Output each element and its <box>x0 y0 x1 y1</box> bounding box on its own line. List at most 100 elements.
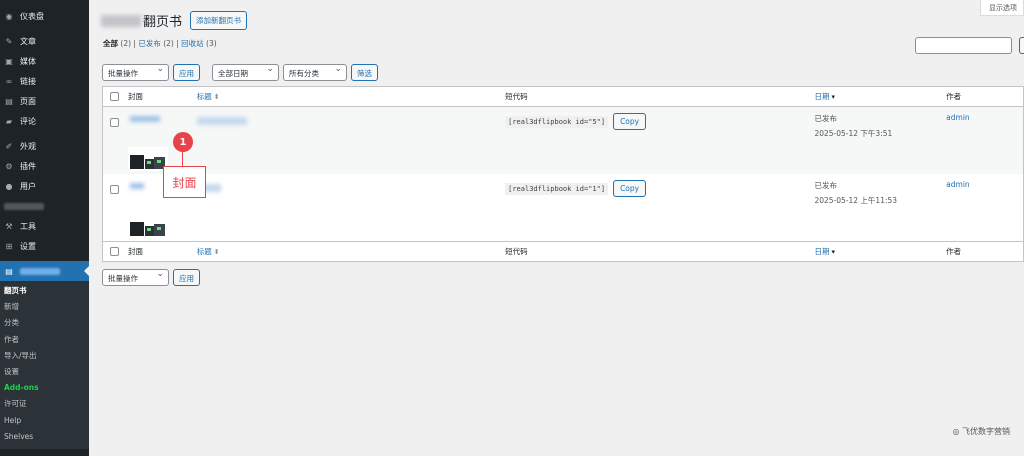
view-published[interactable]: 已发布 <box>138 39 161 48</box>
category-filter-select[interactable]: 所有分类 <box>283 64 347 81</box>
view-filters: 全部 (2) | 已发布 (2) | 回收站 (3) <box>103 38 217 49</box>
title-row: 翻页书 添加新翻页书 <box>101 11 248 30</box>
menu-label: 链接 <box>20 76 36 86</box>
select-all-checkbox[interactable] <box>110 92 119 101</box>
pin-icon: ✎ <box>5 36 13 46</box>
flipbook-submenu: 翻页书 新增 分类 作者 导入/导出 设置 Add-ons 许可证 Help S… <box>0 281 89 449</box>
screen-options-button[interactable]: 显示选项 <box>980 0 1024 16</box>
menu-label: 设置 <box>20 241 36 251</box>
view-published-count: (2) <box>163 39 174 48</box>
book-icon: ▤ <box>5 266 13 276</box>
blurred-cover-text <box>129 183 144 189</box>
menu-label: 插件 <box>20 161 36 171</box>
column-shortcode: 短代码 <box>505 92 528 101</box>
add-new-flipbook-button[interactable]: 添加新翻页书 <box>190 11 248 30</box>
column-title-label[interactable]: 标题 <box>197 247 212 256</box>
menu-links[interactable]: ∞ 链接 <box>0 71 89 91</box>
tools-icon: ⚒ <box>5 221 13 231</box>
search-button[interactable] <box>1019 37 1024 54</box>
annotation-line <box>182 152 183 166</box>
copy-button[interactable]: Copy <box>613 113 647 130</box>
admin-sidebar: ◉ 仪表盘 ✎ 文章 ▣ 媒体 ∞ 链接 ▤ 页面 ▰ 评论 ✐ 外观 ⚙ 插件 ● 用户 ⚒ 工具… <box>0 0 89 456</box>
post-status: 已发布 <box>814 181 837 190</box>
submenu-help[interactable]: Help <box>0 413 89 429</box>
author-link[interactable]: admin <box>946 180 970 189</box>
apply-button[interactable]: 应用 <box>173 64 200 81</box>
column-date-label[interactable]: 日期 <box>814 92 829 101</box>
search-input[interactable] <box>915 37 1012 54</box>
menu-label: 评论 <box>20 116 36 126</box>
submenu-categories[interactable]: 分类 <box>0 315 89 331</box>
column-title-label[interactable]: 标题 <box>197 92 212 101</box>
column-author: 作者 <box>946 247 962 256</box>
post-datetime: 2025-05-12 上午11:53 <box>814 196 898 205</box>
menu-posts[interactable]: ✎ 文章 <box>0 31 89 51</box>
apply-button-bottom[interactable]: 应用 <box>173 269 200 286</box>
sort-desc-icon: ▾ <box>831 248 835 256</box>
annotation-label: 封面 <box>163 166 206 198</box>
bottom-filters: 批量操作 应用 <box>102 269 200 286</box>
author-link[interactable]: admin <box>946 113 970 122</box>
menu-settings[interactable]: ⊞ 设置 <box>0 236 89 256</box>
blurred-title-link[interactable] <box>196 117 247 125</box>
bulk-action-select-bottom[interactable]: 批量操作 <box>102 269 169 286</box>
row-checkbox[interactable] <box>110 118 119 127</box>
dashboard-icon: ◉ <box>5 11 13 21</box>
submenu-add-new[interactable]: 新增 <box>0 299 89 315</box>
cover-image <box>127 214 168 238</box>
column-date-label[interactable]: 日期 <box>814 247 829 256</box>
menu-plugins[interactable]: ⚙ 插件 <box>0 156 89 176</box>
column-date[interactable]: 日期 ▾ <box>814 91 946 102</box>
submenu-flipbooks[interactable]: 翻页书 <box>0 283 89 299</box>
link-icon: ∞ <box>5 76 13 86</box>
menu-label: 媒体 <box>20 56 36 66</box>
table-row: [real3dflipbook id="1"] Copy 已发布 2025-05-1… <box>103 174 1023 241</box>
sort-icon: ⬍ <box>213 248 220 256</box>
row-checkbox[interactable] <box>110 185 119 194</box>
submenu-license[interactable]: 许可证 <box>0 396 89 412</box>
menu-users[interactable]: ● 用户 <box>0 176 89 196</box>
copy-button[interactable]: Copy <box>613 180 647 197</box>
page-title: 翻页书 <box>143 15 183 30</box>
view-separator: | <box>133 39 136 48</box>
settings-icon: ⊞ <box>5 241 13 251</box>
view-all-count: (2) <box>120 39 132 48</box>
column-date[interactable]: 日期 ▾ <box>814 246 946 257</box>
column-author: 作者 <box>946 92 962 101</box>
menu-flipbook[interactable]: ▤ <box>0 261 89 281</box>
blurred-title-prefix <box>101 14 141 27</box>
date-filter-select[interactable]: 全部日期 <box>212 64 279 81</box>
bulk-action-select[interactable]: 批量操作 <box>102 64 169 81</box>
submenu-settings[interactable]: 设置 <box>0 364 89 380</box>
menu-blurred[interactable] <box>0 196 89 216</box>
blurred-label <box>4 202 44 210</box>
submenu-authors[interactable]: 作者 <box>0 332 89 348</box>
plugin-icon: ⚙ <box>5 161 13 171</box>
appearance-icon: ✐ <box>5 141 13 151</box>
menu-label: 文章 <box>20 36 36 46</box>
column-title[interactable]: 标题 ⬍ <box>197 246 505 257</box>
menu-pages[interactable]: ▤ 页面 <box>0 91 89 111</box>
view-trash-count: (3) <box>206 39 217 48</box>
submenu-import-export[interactable]: 导入/导出 <box>0 348 89 364</box>
shortcode-text: [real3dflipbook id="1"] <box>505 182 609 195</box>
table-row: [real3dflipbook id="5"] Copy 已发布 2025-05-1… <box>103 107 1023 174</box>
view-trash[interactable]: 回收站 <box>181 39 204 48</box>
menu-dashboard[interactable]: ◉ 仪表盘 <box>0 6 89 26</box>
view-all[interactable]: 全部 <box>103 39 118 48</box>
menu-media[interactable]: ▣ 媒体 <box>0 51 89 71</box>
menu-label: 仪表盘 <box>20 11 44 21</box>
menu-appearance[interactable]: ✐ 外观 <box>0 136 89 156</box>
flipbook-table: 封面 标题 ⬍ 短代码 日期 ▾ 作者 [real3dflipbook id="5"… <box>102 86 1024 262</box>
submenu-addons[interactable]: Add-ons <box>0 380 89 396</box>
column-title[interactable]: 标题 ⬍ <box>197 91 505 102</box>
menu-comments[interactable]: ▰ 评论 <box>0 111 89 131</box>
select-all-checkbox-footer[interactable] <box>110 247 119 256</box>
media-icon: ▣ <box>5 56 13 66</box>
submenu-shelves[interactable]: Shelves <box>0 429 89 445</box>
filter-button[interactable]: 筛选 <box>351 64 378 81</box>
menu-label: 工具 <box>20 221 36 231</box>
menu-tools[interactable]: ⚒ 工具 <box>0 216 89 236</box>
annotation-number: 1 <box>173 132 193 152</box>
page-icon: ▤ <box>5 96 13 106</box>
